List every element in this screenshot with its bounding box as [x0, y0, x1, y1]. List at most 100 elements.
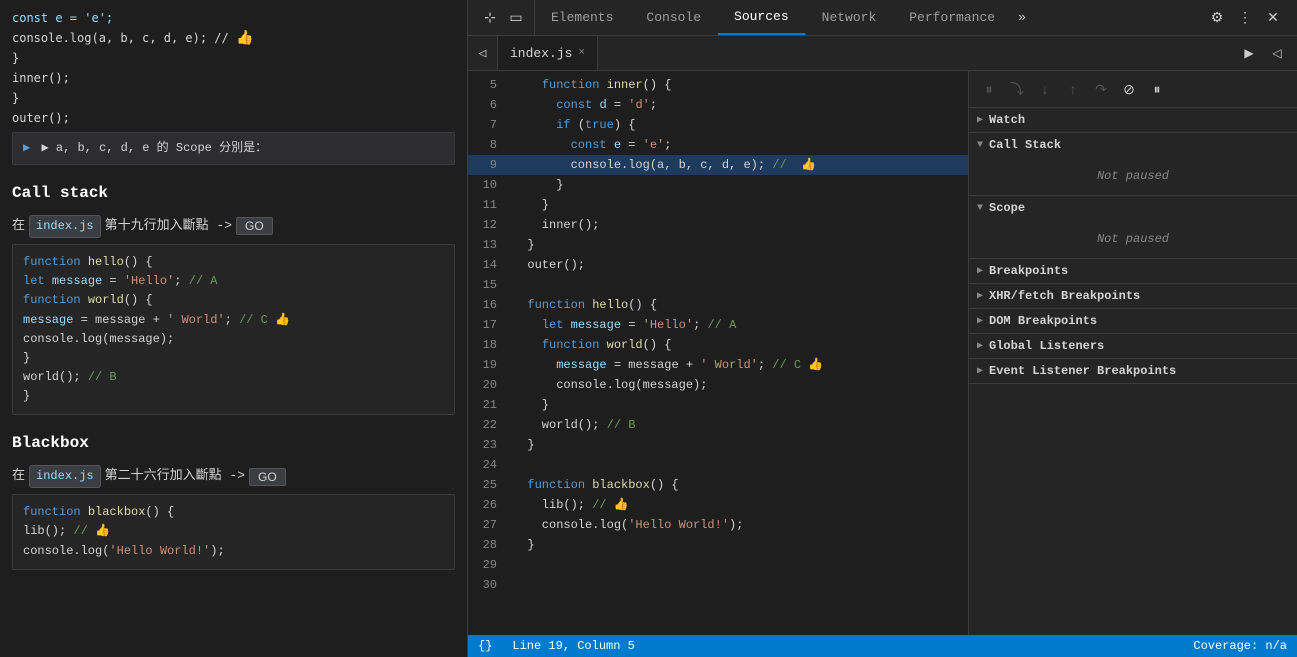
- dom-section-header[interactable]: ▶ DOM Breakpoints: [969, 309, 1297, 333]
- device-toggle-icon[interactable]: ▭: [504, 6, 528, 30]
- section-xhr: ▶ XHR/fetch Breakpoints: [969, 284, 1297, 309]
- tab-performance[interactable]: Performance: [893, 0, 1012, 35]
- scope-content: Not paused: [969, 220, 1297, 258]
- debugger-toolbar: ⏸ ⤵ ↓ ↑ ↷ ⊘ ⏸: [969, 71, 1297, 108]
- code-line-19: 19 message = message + ' World'; // C 👍: [468, 355, 968, 375]
- tab-elements[interactable]: Elements: [535, 0, 630, 35]
- file-tab-indexjs[interactable]: index.js ×: [498, 36, 598, 70]
- pause-button[interactable]: ⏸: [977, 77, 1001, 101]
- code-line-7: 7 if (true) {: [468, 115, 968, 135]
- call-stack-go-button[interactable]: GO: [236, 217, 273, 235]
- event-listeners-section-header[interactable]: ▶ Event Listener Breakpoints: [969, 359, 1297, 383]
- global-listeners-label: Global Listeners: [989, 339, 1104, 353]
- dom-arrow: ▶: [977, 315, 983, 327]
- blackbox-title: Blackbox: [12, 431, 455, 457]
- step-button[interactable]: ↷: [1089, 77, 1113, 101]
- code-line-26: 26 lib(); // 👍: [468, 495, 968, 515]
- blackbox-code-snippet: function blackbox() { lib(); // 👍 consol…: [12, 494, 455, 570]
- code-line-15: 15: [468, 275, 968, 295]
- callstack-section-header[interactable]: ▼ Call Stack: [969, 133, 1297, 157]
- code-line-28: 28 }: [468, 535, 968, 555]
- breakpoints-label: Breakpoints: [989, 264, 1068, 278]
- blackbox-file-badge: index.js: [29, 465, 101, 488]
- code-line-13: 13 }: [468, 235, 968, 255]
- step-out-button[interactable]: ↑: [1061, 77, 1085, 101]
- file-tab-bar: ◁ index.js × ▶ ◁: [468, 36, 1297, 71]
- file-tab-controls: ▶ ◁: [1229, 41, 1297, 65]
- scope-label-text: ▶ a, b, c, d, e 的 Scope 分別是：: [41, 141, 267, 155]
- coverage-text: Coverage: n/a: [1193, 639, 1287, 653]
- code-line-24: 24: [468, 455, 968, 475]
- scope-label: Scope: [989, 201, 1025, 215]
- tab-network[interactable]: Network: [806, 0, 894, 35]
- tab-console[interactable]: Console: [630, 0, 718, 35]
- blackbox-info-line: 在 index.js 第二十六行加入斷點 -> GO: [12, 465, 455, 488]
- cursor-icon[interactable]: ⊹: [478, 6, 502, 30]
- status-coverage: Coverage: n/a: [1193, 639, 1287, 653]
- section-watch: ▶ Watch: [969, 108, 1297, 133]
- code-text: const e = 'e';: [12, 8, 113, 28]
- callstack-not-paused: Not paused: [1097, 169, 1169, 183]
- step-into-button[interactable]: ↓: [1033, 77, 1057, 101]
- play-icon[interactable]: ▶: [1237, 41, 1261, 65]
- braces-icon: {}: [478, 639, 492, 653]
- section-global-listeners: ▶ Global Listeners: [969, 334, 1297, 359]
- menu-icon[interactable]: ⋮: [1233, 6, 1257, 30]
- code-line-9: 9 console.log(a, b, c, d, e); // 👍: [468, 155, 968, 175]
- code-line-8: 8 const e = 'e';: [468, 135, 968, 155]
- scope-not-paused: Not paused: [1097, 232, 1169, 246]
- section-breakpoints: ▶ Breakpoints: [969, 259, 1297, 284]
- tabs-more-button[interactable]: »: [1012, 10, 1032, 25]
- call-stack-line1: 在: [12, 216, 25, 237]
- code-line-30: 30: [468, 575, 968, 595]
- code-line-11: 11 }: [468, 195, 968, 215]
- call-stack-info-line: 在 index.js 第十九行加入斷點 -> GO: [12, 215, 455, 238]
- call-stack-title: Call stack: [12, 181, 455, 207]
- global-listeners-section-header[interactable]: ▶ Global Listeners: [969, 334, 1297, 358]
- main-tabs: Elements Console Sources Network Perform…: [535, 0, 1197, 35]
- step-back-icon[interactable]: ◁: [1265, 41, 1289, 65]
- event-listeners-label: Event Listener Breakpoints: [989, 364, 1176, 378]
- deactivate-breakpoints-button[interactable]: ⊘: [1117, 77, 1141, 101]
- right-sidebar: ⏸ ⤵ ↓ ↑ ↷ ⊘ ⏸ ▶ Watch: [968, 71, 1297, 635]
- xhr-arrow: ▶: [977, 290, 983, 302]
- status-braces[interactable]: {}: [478, 639, 492, 653]
- scope-arrow: ▶: [23, 141, 30, 155]
- section-event-listeners: ▶ Event Listener Breakpoints: [969, 359, 1297, 384]
- global-listeners-arrow: ▶: [977, 340, 983, 352]
- code-line-17: 17 let message = 'Hello'; // A: [468, 315, 968, 335]
- code-text: }: [12, 88, 19, 108]
- call-stack-line1-text: 第十九行加入斷點 ->: [105, 216, 232, 237]
- dom-label: DOM Breakpoints: [989, 314, 1097, 328]
- tab-bar-icons: ⊹ ▭: [472, 0, 535, 35]
- settings-icon[interactable]: ⚙: [1205, 6, 1229, 30]
- scope-label-line: ▶ ▶ a, b, c, d, e 的 Scope 分別是：: [12, 132, 455, 165]
- scope-section-header[interactable]: ▼ Scope: [969, 196, 1297, 220]
- code-text: }: [12, 48, 19, 68]
- step-over-button[interactable]: ⤵: [1005, 77, 1029, 101]
- code-line-5: 5 function inner() {: [468, 75, 968, 95]
- watch-label: Watch: [989, 113, 1025, 127]
- close-devtools-icon[interactable]: ✕: [1261, 6, 1285, 30]
- code-line-29: 29: [468, 555, 968, 575]
- breakpoints-arrow: ▶: [977, 265, 983, 277]
- code-line-6: 6 const d = 'd';: [468, 95, 968, 115]
- tab-toolbar-right: ⚙ ⋮ ✕: [1197, 6, 1293, 30]
- xhr-section-header[interactable]: ▶ XHR/fetch Breakpoints: [969, 284, 1297, 308]
- watch-arrow: ▶: [977, 114, 983, 126]
- sidebar-toggle-icon[interactable]: ◁: [468, 36, 498, 71]
- file-tab-name: index.js: [510, 46, 572, 61]
- file-tab-close-icon[interactable]: ×: [578, 47, 585, 59]
- code-line-21: 21 }: [468, 395, 968, 415]
- code-line-10: 10 }: [468, 175, 968, 195]
- watch-section-header[interactable]: ▶ Watch: [969, 108, 1297, 132]
- xhr-label: XHR/fetch Breakpoints: [989, 289, 1140, 303]
- tab-sources[interactable]: Sources: [718, 0, 806, 35]
- section-scope: ▼ Scope Not paused: [969, 196, 1297, 259]
- code-line-22: 22 world(); // B: [468, 415, 968, 435]
- breakpoints-section-header[interactable]: ▶ Breakpoints: [969, 259, 1297, 283]
- blackbox-go-button[interactable]: GO: [249, 468, 286, 486]
- pause-on-exception-button[interactable]: ⏸: [1145, 77, 1169, 101]
- code-line-27: 27 console.log('Hello World!');: [468, 515, 968, 535]
- scope-arrow: ▼: [977, 203, 983, 214]
